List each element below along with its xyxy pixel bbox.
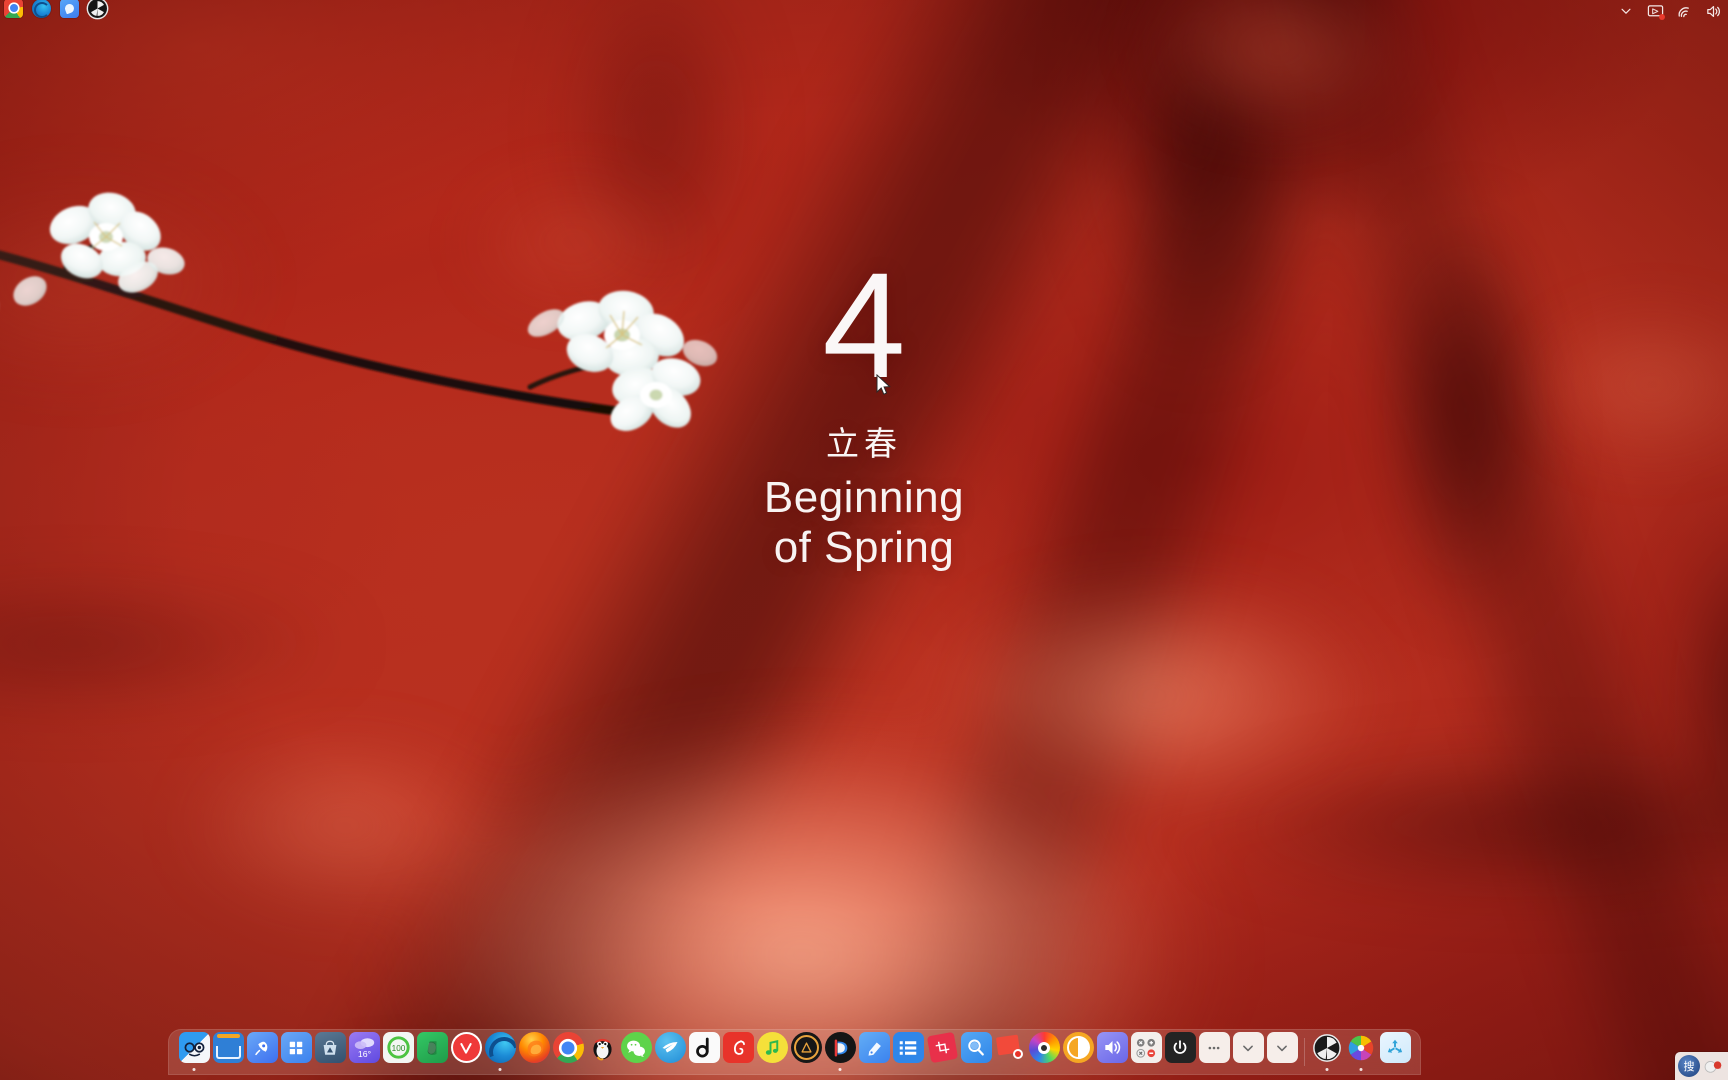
weather-temperature: 16° [357,1049,370,1059]
dock-item-launchpad-rocket[interactable] [245,1030,279,1074]
dock-item-firefox[interactable] [517,1030,551,1074]
solar-term-day-number: 4 [822,241,906,409]
screencast-recording-icon[interactable] [1646,2,1665,20]
recording-indicator-dot [1659,14,1665,20]
solar-term-english-line-2: of Spring [773,522,955,572]
dock-item-brightness[interactable] [1061,1030,1095,1074]
running-indicator [1359,1068,1363,1071]
dock-item-telegram-bird[interactable] [653,1030,687,1074]
dock-item-recycle-bin[interactable] [1378,1030,1412,1074]
dock-item-potplayer[interactable] [823,1030,857,1074]
dock-item-chevron-down-2[interactable] [1265,1030,1299,1074]
dock-item-photos-pinwheel[interactable] [1344,1030,1378,1074]
dock-item-finder-window[interactable] [211,1030,245,1074]
solar-term-panel: 4 立春 Beginning of Spring [0,250,1728,570]
top-left-pinned-icons [0,0,111,20]
desktop-screen: 4 立春 Beginning of Spring 16° 100 搜 [0,0,1728,1080]
edge-icon[interactable] [32,0,51,18]
dock-item-color-wheel[interactable] [1027,1030,1061,1074]
dock-item-more[interactable] [1197,1030,1231,1074]
dock-item-app-store[interactable] [313,1030,347,1074]
ime-language-label: 搜 [1683,1061,1695,1073]
ime-language-globe-icon[interactable]: 搜 [1678,1055,1700,1077]
dock-separator [1304,1038,1305,1066]
dock-item-acrobat-triangle[interactable] [789,1030,823,1074]
solar-term-english-name: Beginning of Spring [0,472,1728,572]
dock-item-netease-music[interactable] [721,1030,755,1074]
dock-item-glasses-face[interactable] [177,1030,211,1074]
battery-percent: 100 [391,1044,405,1053]
running-indicator [1325,1068,1329,1071]
dock-item-crop-tool[interactable] [925,1030,959,1074]
solar-term-english-line-1: Beginning [763,472,965,522]
dock-item-weather[interactable]: 16° [347,1030,381,1074]
wifi-icon[interactable] [1675,2,1693,20]
dock-item-chrome[interactable] [551,1030,585,1074]
dock-item-screen-recorder[interactable] [993,1030,1027,1074]
dock-item-notes-pen[interactable] [857,1030,891,1074]
dock-item-obs[interactable] [1310,1030,1344,1074]
system-tray [1617,0,1722,22]
running-indicator [838,1068,842,1071]
dock-item-vivaldi[interactable] [449,1030,483,1074]
dock-item-battery-100[interactable]: 100 [381,1030,415,1074]
running-indicator [498,1068,502,1071]
taskbar-dock: 16° 100 [168,1029,1421,1075]
dock-item-qq[interactable] [585,1030,619,1074]
ime-mode-icon[interactable] [1702,1055,1724,1077]
running-indicator [192,1068,196,1071]
dock-item-magnifier[interactable] [959,1030,993,1074]
dock-item-list-panel[interactable] [891,1030,925,1074]
dock-item-evernote[interactable] [415,1030,449,1074]
dock-item-power[interactable] [1163,1030,1197,1074]
ime-floating-widget[interactable]: 搜 [1675,1052,1728,1080]
dock-item-edge[interactable] [483,1030,517,1074]
dock-item-windows-grid[interactable] [279,1030,313,1074]
solar-term-chinese-name: 立春 [826,425,902,462]
chrome-icon[interactable] [4,0,23,18]
dock-item-volume[interactable] [1095,1030,1129,1074]
obs-icon[interactable] [88,0,107,18]
dock-item-dingtalk[interactable] [687,1030,721,1074]
files-icon[interactable] [60,0,79,18]
dock-item-quick-actions[interactable] [1129,1030,1163,1074]
dock-item-qq-music[interactable] [755,1030,789,1074]
chevron-up-icon[interactable] [1617,2,1635,20]
volume-icon[interactable] [1704,2,1722,20]
dock-item-wechat[interactable] [619,1030,653,1074]
dock-item-chevron-down-1[interactable] [1231,1030,1265,1074]
